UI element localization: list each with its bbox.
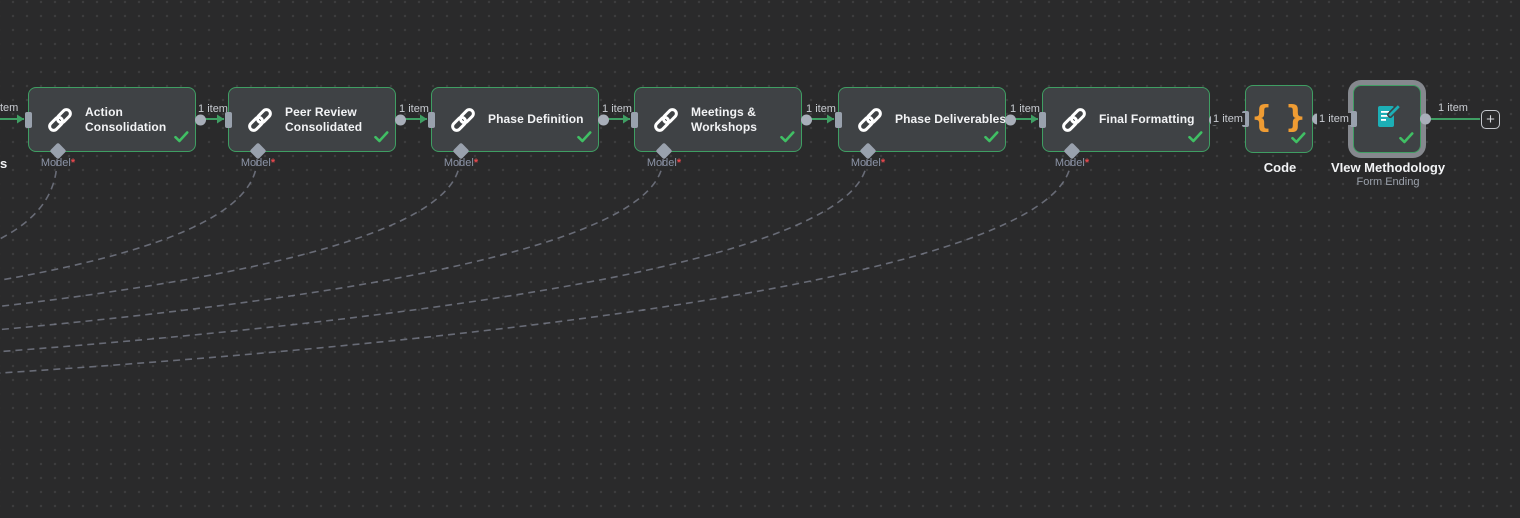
node-peer-review-consolidated[interactable]: Peer Review ConsolidatedModel* — [228, 87, 396, 152]
output-port[interactable] — [801, 114, 812, 125]
input-port[interactable] — [1350, 111, 1357, 127]
success-check-icon — [1188, 130, 1203, 148]
link-icon — [855, 105, 885, 135]
model-input-text: Model — [241, 157, 271, 169]
input-port[interactable] — [835, 112, 842, 128]
node-title: Phase Definition — [488, 112, 584, 127]
success-check-icon — [374, 130, 389, 148]
input-port[interactable] — [428, 112, 435, 128]
input-port[interactable] — [1242, 111, 1249, 127]
output-port[interactable] — [598, 114, 609, 125]
output-port[interactable] — [1312, 114, 1323, 125]
node-content: Final Formatting — [1043, 88, 1209, 151]
model-input-label: Model* — [426, 157, 496, 169]
model-input-label: Model* — [1037, 157, 1107, 169]
plus-icon: + — [1486, 112, 1495, 127]
required-mark: * — [881, 157, 885, 169]
output-port[interactable] — [1005, 114, 1016, 125]
input-port[interactable] — [1039, 112, 1046, 128]
add-node-button[interactable]: + — [1481, 110, 1500, 129]
success-check-icon — [1291, 131, 1306, 149]
node-content: Phase Definition — [432, 88, 598, 151]
model-input-text: Model — [41, 157, 71, 169]
link-icon — [651, 105, 681, 135]
model-input-label: Model* — [833, 157, 903, 169]
code-braces-icon: { } — [1251, 100, 1307, 135]
node-code[interactable]: { }Code — [1245, 85, 1313, 153]
node-title: Final Formatting — [1099, 112, 1195, 127]
required-mark: * — [271, 157, 275, 169]
node-content: Phase Deliverables — [839, 88, 1005, 151]
output-port[interactable] — [195, 114, 206, 125]
model-input-text: Model — [444, 157, 474, 169]
success-check-icon — [174, 130, 189, 148]
node-meetings-workshops[interactable]: Meetings & WorkshopsModel* — [634, 87, 802, 152]
node-title: Peer Review Consolidated — [285, 105, 362, 134]
node-content: Peer Review Consolidated — [229, 88, 395, 151]
node-content: Meetings & Workshops — [635, 88, 801, 151]
node-sublabel: Form Ending — [1303, 176, 1473, 188]
input-port[interactable] — [631, 112, 638, 128]
output-port[interactable] — [395, 114, 406, 125]
link-icon — [1059, 105, 1089, 135]
output-port[interactable] — [1209, 114, 1220, 125]
required-mark: * — [1085, 157, 1089, 169]
node-title: Meetings & Workshops — [691, 105, 757, 134]
node-phase-deliverables[interactable]: Phase DeliverablesModel* — [838, 87, 1006, 152]
node-final-formatting[interactable]: Final FormattingModel* — [1042, 87, 1210, 152]
form-icon — [1374, 102, 1401, 136]
success-check-icon — [1399, 131, 1414, 149]
model-input-label: Model* — [23, 157, 93, 169]
model-input-text: Model — [1055, 157, 1085, 169]
success-check-icon — [780, 130, 795, 148]
required-mark: * — [71, 157, 75, 169]
input-port[interactable] — [25, 112, 32, 128]
link-icon — [45, 105, 75, 135]
model-input-text: Model — [647, 157, 677, 169]
model-input-label: Model* — [223, 157, 293, 169]
required-mark: * — [677, 157, 681, 169]
node-content: Action Consolidation — [29, 88, 195, 151]
required-mark: * — [474, 157, 478, 169]
link-icon — [448, 105, 478, 135]
success-check-icon — [984, 130, 999, 148]
node-label: VIew Methodology — [1303, 160, 1473, 175]
node-title: Action Consolidation — [85, 105, 166, 134]
node-view-methodology[interactable]: VIew MethodologyForm Ending — [1353, 85, 1421, 153]
model-input-label: Model* — [629, 157, 699, 169]
input-port[interactable] — [225, 112, 232, 128]
link-icon — [245, 105, 275, 135]
node-title: Phase Deliverables — [895, 112, 1006, 127]
workflow-canvas[interactable]: Action ConsolidationModel*Peer Review Co… — [0, 0, 1520, 518]
node-action-consolidation[interactable]: Action ConsolidationModel* — [28, 87, 196, 152]
node-phase-definition[interactable]: Phase DefinitionModel* — [431, 87, 599, 152]
output-port[interactable] — [1420, 114, 1431, 125]
model-input-text: Model — [851, 157, 881, 169]
success-check-icon — [577, 130, 592, 148]
